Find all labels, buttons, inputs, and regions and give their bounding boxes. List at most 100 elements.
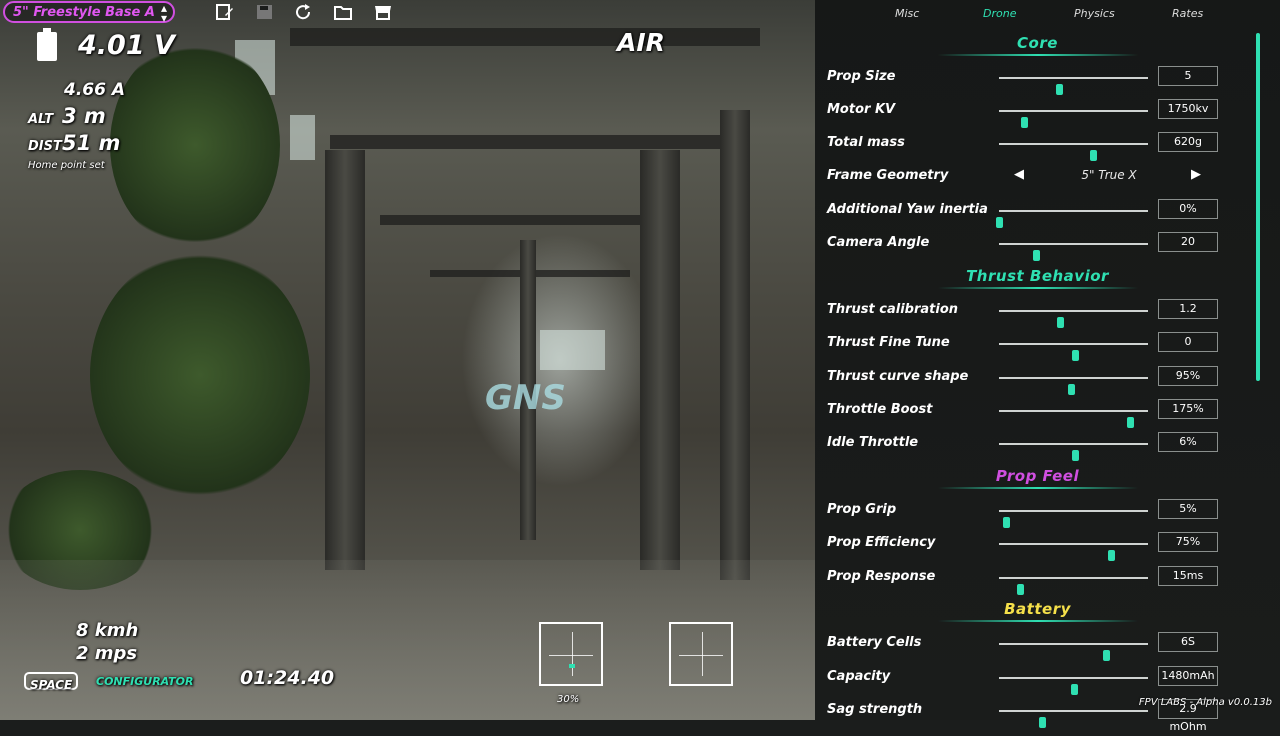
chevron-updown-icon: ▴ ▾ — [160, 1, 167, 25]
slider-track[interactable] — [999, 710, 1148, 728]
profile-selector[interactable]: 5" Freestyle Base A ▴ ▾ — [3, 1, 175, 25]
setting-total-mass: Total mass 620g — [815, 132, 1260, 161]
value-field[interactable]: 15ms — [1158, 566, 1218, 586]
value-field[interactable]: 1.2 — [1158, 299, 1218, 319]
setting-label: Capacity — [827, 669, 891, 684]
slider-thumb[interactable] — [1021, 117, 1029, 128]
setting-thrust-calibration: Thrust calibration 1.2 — [815, 299, 1260, 328]
setting-prop-efficiency: Prop Efficiency 75% — [815, 532, 1260, 561]
setting-label: Sag strength — [827, 702, 923, 717]
slider-track[interactable] — [999, 343, 1148, 361]
slider-thumb[interactable] — [1039, 717, 1047, 728]
setting-label: Total mass — [827, 135, 905, 150]
slider-track[interactable] — [999, 577, 1148, 595]
tab-misc[interactable]: Misc — [895, 7, 919, 20]
reload-icon[interactable] — [295, 4, 313, 20]
value-field[interactable]: 0 — [1158, 332, 1218, 352]
value-field[interactable]: 6S — [1158, 632, 1218, 652]
throttle-stick-dot — [569, 664, 575, 668]
setting-label: Thrust Fine Tune — [827, 335, 950, 350]
slider-thumb[interactable] — [1003, 517, 1011, 528]
section-thrust-title: Thrust Behavior — [815, 267, 1260, 289]
slider-track[interactable] — [999, 643, 1148, 661]
value-field[interactable]: 6% — [1158, 432, 1218, 452]
value-field[interactable]: 75% — [1158, 532, 1218, 552]
value-field[interactable]: 5 — [1158, 66, 1218, 86]
arrow-right-icon[interactable]: ▶ — [1191, 167, 1201, 182]
slider-track[interactable] — [996, 210, 1148, 228]
settings-scrollbar[interactable] — [1256, 33, 1260, 381]
tab-rates[interactable]: Rates — [1172, 7, 1203, 20]
value-field[interactable]: 0% — [1158, 199, 1218, 219]
space-key-hint[interactable]: SPACE — [24, 672, 79, 692]
slider-thumb[interactable] — [1016, 584, 1024, 595]
value-field[interactable]: 1480mAh — [1158, 666, 1218, 686]
arrow-left-icon[interactable]: ◀ — [1014, 167, 1024, 182]
slider-thumb[interactable] — [1127, 417, 1135, 428]
slider-thumb[interactable] — [1089, 150, 1097, 161]
slider-track[interactable] — [999, 377, 1148, 395]
tab-physics[interactable]: Physics — [1074, 7, 1115, 20]
value-field[interactable]: 1750kv — [1158, 99, 1218, 119]
slider-thumb[interactable] — [1071, 450, 1079, 461]
slider-thumb[interactable] — [1070, 684, 1078, 695]
section-battery-title: Battery — [815, 600, 1260, 622]
frame-geometry-value: 5" True X — [1081, 168, 1137, 182]
slider-thumb[interactable] — [1107, 550, 1115, 561]
slider-track[interactable] — [999, 77, 1148, 95]
pitch-roll-stick-box — [669, 622, 733, 686]
osd-speed-mps: 2 mps — [76, 643, 138, 664]
slider-thumb[interactable] — [1055, 84, 1063, 95]
configurator-label[interactable]: CONFIGURATOR — [96, 675, 193, 688]
tab-drone[interactable]: Drone — [983, 7, 1016, 20]
osd-home-status: Home point set — [28, 160, 105, 171]
slider-track[interactable] — [999, 243, 1148, 261]
edit-icon[interactable] — [216, 4, 234, 20]
osd-dist-value: 51 m — [62, 131, 121, 155]
folder-icon[interactable] — [334, 4, 352, 20]
slider-track[interactable] — [999, 143, 1148, 161]
osd-alt-value: 3 m — [62, 104, 106, 128]
slider-track[interactable] — [999, 510, 1148, 528]
setting-thrust-fine-tune: Thrust Fine Tune 0 — [815, 332, 1260, 361]
space-key-label: SPACE — [30, 678, 73, 692]
store-icon[interactable] — [374, 4, 392, 20]
slider-track[interactable] — [999, 543, 1148, 561]
setting-prop-grip: Prop Grip 5% — [815, 499, 1260, 528]
setting-label: Motor KV — [827, 102, 896, 117]
value-field[interactable]: 95% — [1158, 366, 1218, 386]
slider-track[interactable] — [999, 110, 1148, 128]
setting-label: Battery Cells — [827, 635, 922, 650]
slider-thumb[interactable] — [1071, 350, 1079, 361]
section-prop-title: Prop Feel — [815, 467, 1260, 489]
slider-track[interactable] — [999, 310, 1148, 328]
value-field[interactable]: 175% — [1158, 399, 1218, 419]
slider-track[interactable] — [999, 677, 1148, 695]
slider-track[interactable] — [999, 443, 1148, 461]
setting-label: Throttle Boost — [827, 402, 933, 417]
slider-thumb[interactable] — [1067, 384, 1075, 395]
osd-flight-mode: AIR — [617, 28, 665, 57]
setting-yaw-inertia: Additional Yaw inertia 0% — [815, 199, 1260, 228]
settings-panel: Misc Drone Physics Rates Core Prop Size … — [815, 0, 1280, 733]
value-field[interactable]: 620g — [1158, 132, 1218, 152]
save-icon[interactable] — [256, 4, 274, 20]
osd-speed-kmh: 8 kmh — [76, 620, 139, 641]
setting-label: Idle Throttle — [827, 435, 919, 450]
slider-track[interactable] — [999, 410, 1148, 428]
throttle-stick-box — [539, 622, 603, 686]
slider-thumb[interactable] — [1033, 250, 1041, 261]
setting-label: Prop Grip — [827, 502, 897, 517]
slider-thumb[interactable] — [1057, 317, 1065, 328]
slider-thumb[interactable] — [1103, 650, 1111, 661]
battery-icon — [37, 28, 57, 61]
osd-throttle-percent: 30% — [557, 694, 580, 705]
setting-camera-angle: Camera Angle 20 — [815, 232, 1260, 261]
value-field[interactable]: 5% — [1158, 499, 1218, 519]
value-field[interactable]: 20 — [1158, 232, 1218, 252]
osd-alt-label: ALT — [28, 112, 54, 127]
slider-thumb[interactable] — [996, 217, 1003, 228]
setting-label: Additional Yaw inertia — [827, 202, 988, 217]
graffiti: GNS — [485, 378, 566, 418]
setting-label: Prop Size — [827, 69, 896, 84]
